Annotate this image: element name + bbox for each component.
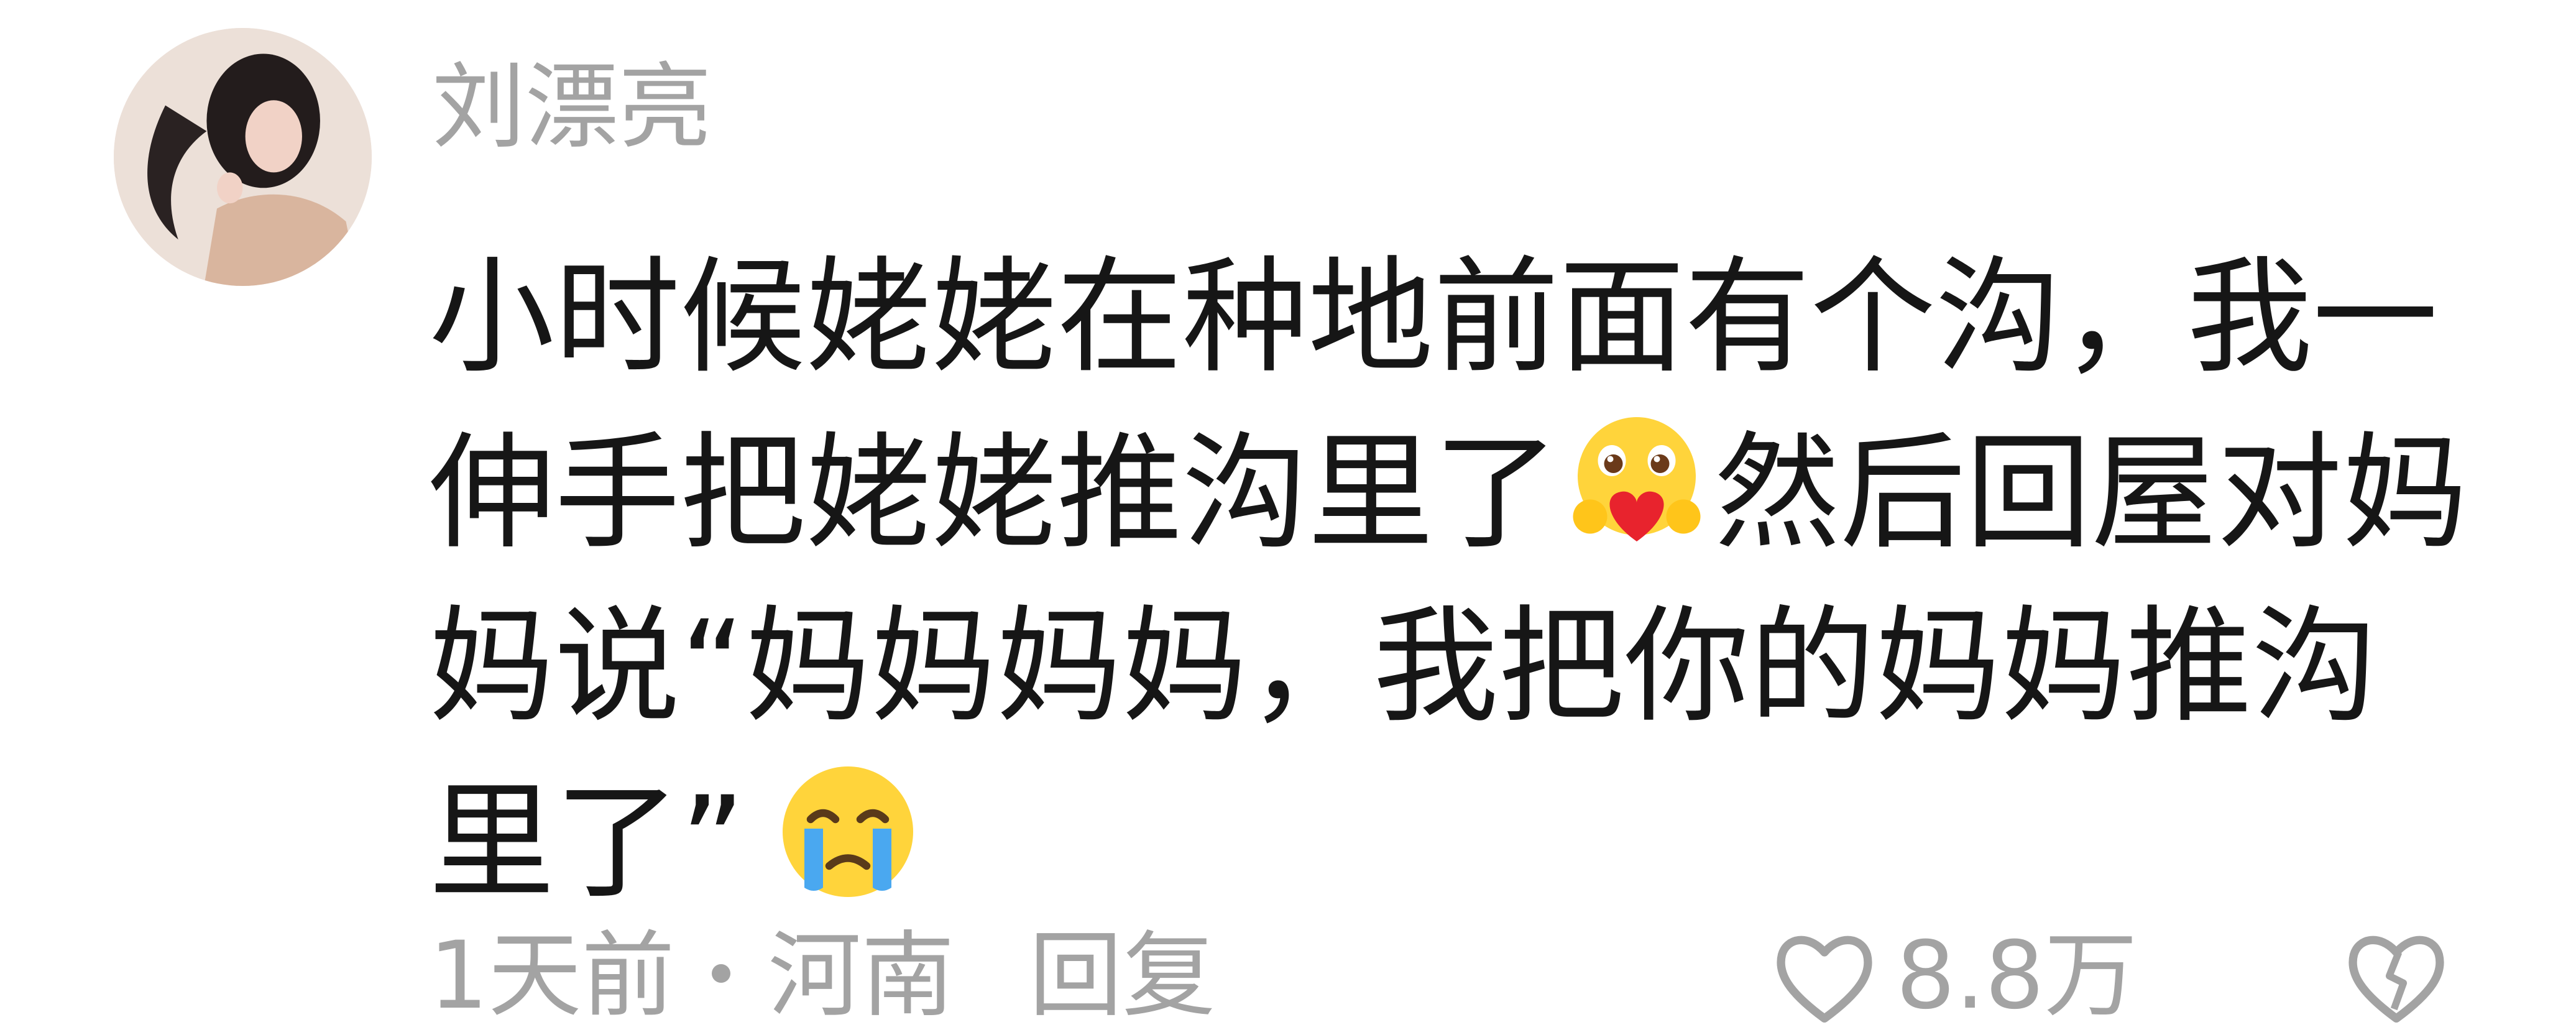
separator-dot <box>712 964 731 983</box>
reply-button[interactable]: 回复 <box>1029 917 1215 1035</box>
comment-line: 里了” <box>429 754 2480 929</box>
like-count: 8.8万 <box>1896 922 2138 1030</box>
comment-text-segment: 里了” <box>429 769 745 916</box>
comment-author-name[interactable]: 刘漂亮 <box>432 48 712 167</box>
comment-line: 妈说“妈妈妈妈，我把你的妈妈推沟 <box>429 593 2378 740</box>
comment-text-segment: 然后回屋对妈 <box>1714 420 2468 566</box>
comment-line: 伸手把姥姥推沟里了 然后回屋对妈 <box>429 405 2480 579</box>
user-avatar-photo <box>114 28 372 286</box>
like-button[interactable]: 8.8万 <box>1765 917 2138 1035</box>
heart-outline-icon <box>1765 917 1884 1035</box>
dislike-heart-icon <box>2348 936 2444 1023</box>
comment-text-segment: 伸手把姥姥推沟里了 <box>429 420 1559 566</box>
dislike-button[interactable] <box>2337 917 2455 1035</box>
comment-location: 河南 <box>768 922 955 1030</box>
crying-emoji <box>770 754 926 909</box>
comment-content: 小时候姥姥在种地前面有个沟，我一 伸手把姥姥推沟里了 然后回屋对妈 妈说“妈妈妈… <box>429 230 2480 929</box>
comment-time: 1天前 <box>429 922 675 1030</box>
heart-hug-emoji <box>1559 405 1714 560</box>
avatar[interactable] <box>114 28 372 286</box>
comment-meta: 1天前 河南 回复 <box>429 917 1215 1035</box>
comment-line: 小时候姥姥在种地前面有个沟，我一 <box>429 244 2438 390</box>
